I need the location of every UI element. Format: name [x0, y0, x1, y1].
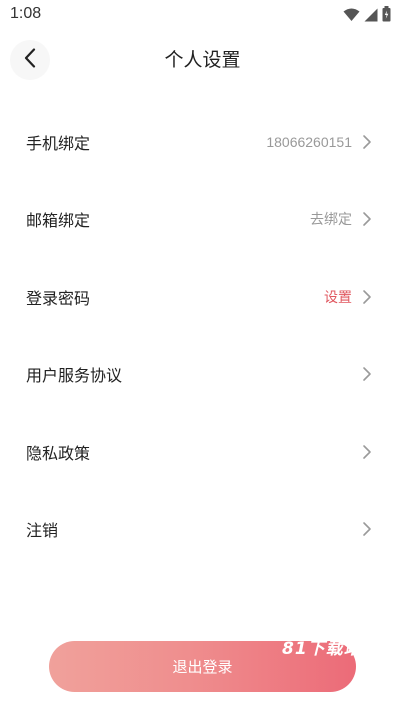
settings-row-user-agreement[interactable]: 用户服务协议 — [0, 336, 405, 414]
row-value: 去绑定 — [310, 211, 352, 228]
row-label: 邮箱绑定 — [26, 211, 91, 231]
row-label: 隐私政策 — [26, 443, 91, 463]
chevron-right-icon — [363, 289, 371, 304]
row-value: 18066260151 — [266, 133, 352, 150]
logout-label: 退出登录 — [172, 658, 233, 676]
chevron-right-icon — [363, 444, 371, 459]
row-label: 手机绑定 — [26, 133, 91, 153]
page-title: 个人设置 — [164, 49, 241, 71]
status-time: 1:08 — [10, 5, 42, 22]
status-icons — [343, 6, 391, 26]
signal-icon — [364, 7, 378, 26]
nav-bar: 个人设置 — [0, 36, 405, 84]
row-value: 设置 — [324, 288, 352, 305]
settings-row-login-password[interactable]: 登录密码 设置 — [0, 258, 405, 336]
chevron-right-icon — [363, 522, 371, 537]
chevron-right-icon — [363, 212, 371, 227]
settings-list: 手机绑定 18066260151 邮箱绑定 去绑定 登录密码 设置 用户服务协议… — [0, 103, 405, 568]
row-label: 注销 — [26, 521, 59, 541]
settings-row-email-binding[interactable]: 邮箱绑定 去绑定 — [0, 181, 405, 259]
row-label: 用户服务协议 — [26, 366, 123, 386]
watermark: 81下载站 — [282, 639, 362, 659]
back-button[interactable] — [10, 40, 50, 80]
chevron-right-icon — [363, 367, 371, 382]
row-label: 登录密码 — [26, 288, 91, 308]
settings-row-phone-binding[interactable]: 手机绑定 18066260151 — [0, 103, 405, 181]
battery-icon — [382, 6, 391, 26]
status-bar: 1:08 — [0, 0, 405, 30]
chevron-right-icon — [363, 134, 371, 149]
chevron-left-icon — [24, 48, 36, 72]
settings-row-deregister[interactable]: 注销 — [0, 491, 405, 569]
wifi-icon — [343, 7, 360, 26]
settings-row-privacy-policy[interactable]: 隐私政策 — [0, 413, 405, 491]
